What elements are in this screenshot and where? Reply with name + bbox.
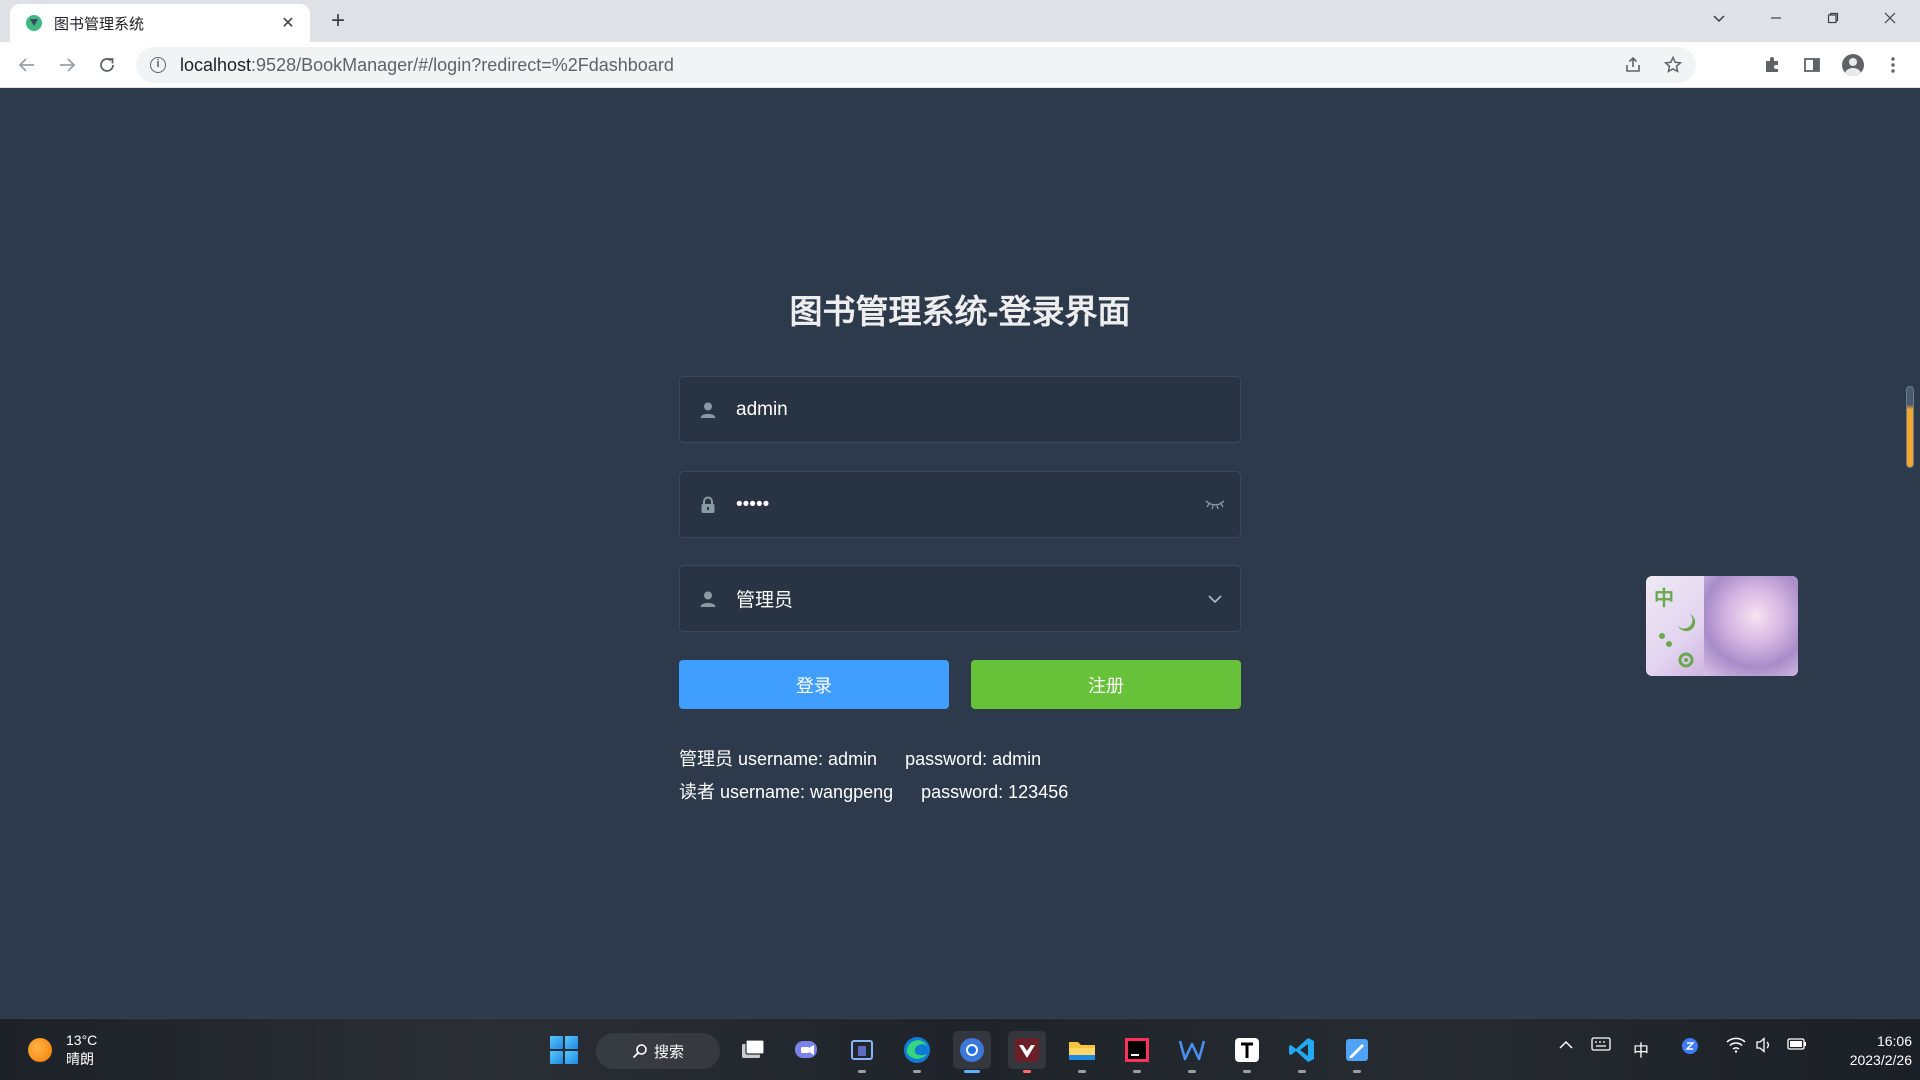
chevron-down-icon[interactable] bbox=[1190, 594, 1240, 604]
forward-arrow-icon[interactable] bbox=[52, 50, 82, 80]
tab-title: 图书管理系统 bbox=[54, 15, 145, 33]
system-clock[interactable]: 16:06 2023/2/26 bbox=[1822, 1032, 1912, 1070]
url-path: :9528/BookManager/#/login?redirect=%2Fda… bbox=[251, 54, 674, 75]
register-button[interactable]: 注册 bbox=[971, 660, 1241, 709]
teams-chat-icon[interactable] bbox=[788, 1031, 826, 1069]
weather-widget[interactable]: 13°C 晴朗 bbox=[28, 1031, 97, 1069]
browser-toolbar: i localhost:9528/BookManager/#/login?red… bbox=[0, 42, 1920, 88]
taskbar-search[interactable]: 搜索 bbox=[596, 1033, 720, 1069]
typora-icon[interactable] bbox=[1228, 1031, 1266, 1073]
file-explorer-icon[interactable] bbox=[1063, 1031, 1101, 1073]
unknown-app-icon[interactable] bbox=[1008, 1031, 1046, 1073]
profile-avatar-icon[interactable] bbox=[1838, 50, 1868, 80]
minimize-icon[interactable] bbox=[1748, 0, 1804, 36]
new-tab-icon[interactable]: + bbox=[324, 8, 352, 36]
dev-tool-icon[interactable] bbox=[843, 1031, 881, 1073]
login-page: 图书管理系统-登录界面 ••••• 管理员 登录 注册 管理员 username… bbox=[0, 89, 1920, 1018]
site-info-icon[interactable]: i bbox=[150, 57, 166, 73]
sunny-weather-icon bbox=[28, 1038, 52, 1062]
back-arrow-icon[interactable] bbox=[12, 50, 42, 80]
side-panel-icon[interactable] bbox=[1797, 50, 1827, 80]
clock-date: 2023/2/26 bbox=[1849, 1052, 1912, 1068]
ime-language-indicator[interactable]: 中 bbox=[1628, 1037, 1654, 1061]
admin-password-hint: password: admin bbox=[905, 749, 1042, 769]
restore-icon[interactable] bbox=[1805, 0, 1861, 36]
task-view-icon[interactable] bbox=[734, 1031, 772, 1069]
windows-logo-icon bbox=[550, 1036, 578, 1064]
floating-scroll-indicator[interactable] bbox=[1906, 386, 1914, 468]
browser-tab[interactable]: 图书管理系统 ✕ bbox=[10, 4, 310, 42]
floating-ime-widget[interactable]: 中 bbox=[1646, 576, 1798, 676]
password-input[interactable]: ••••• bbox=[736, 494, 1190, 516]
temperature: 13°C bbox=[66, 1032, 98, 1048]
reader-username-hint: 读者 username: wangpeng bbox=[679, 782, 894, 802]
widget-decoration-icon bbox=[1659, 614, 1696, 668]
clock-time: 16:06 bbox=[1876, 1033, 1912, 1049]
reload-icon[interactable] bbox=[92, 50, 122, 80]
input-method-icon[interactable] bbox=[1677, 1037, 1703, 1060]
password-field[interactable]: ••••• bbox=[679, 471, 1241, 538]
admin-username-hint: 管理员 username: admin bbox=[679, 749, 878, 769]
anime-illustration bbox=[1704, 576, 1798, 676]
windows-taskbar: 13°C 晴朗 搜索 中 16:06 2023/2/26 bbox=[0, 1018, 1920, 1080]
search-label: 搜索 bbox=[653, 1043, 684, 1061]
eye-closed-icon[interactable] bbox=[1190, 499, 1240, 511]
reader-credentials-hint: 读者 username: wangpeng password: 123456 bbox=[679, 778, 1068, 804]
browser-menu-icon[interactable] bbox=[1878, 50, 1908, 80]
vscode-icon[interactable] bbox=[1283, 1031, 1321, 1073]
close-window-icon[interactable] bbox=[1862, 0, 1918, 36]
username-field[interactable] bbox=[679, 376, 1241, 443]
tab-close-icon[interactable]: ✕ bbox=[278, 13, 298, 33]
extensions-puzzle-icon[interactable] bbox=[1757, 50, 1787, 80]
lock-icon bbox=[680, 496, 736, 514]
role-select[interactable]: 管理员 bbox=[679, 565, 1241, 632]
wifi-icon[interactable] bbox=[1723, 1037, 1749, 1058]
share-icon[interactable] bbox=[1616, 47, 1650, 83]
vue-favicon-icon bbox=[26, 15, 42, 31]
intellij-idea-icon[interactable] bbox=[1118, 1031, 1156, 1073]
battery-icon[interactable] bbox=[1784, 1037, 1810, 1056]
weather-condition: 晴朗 bbox=[66, 1051, 94, 1067]
url-host: localhost bbox=[180, 54, 252, 75]
page-title: 图书管理系统-登录界面 bbox=[789, 293, 1131, 330]
start-button[interactable] bbox=[545, 1031, 583, 1069]
user-icon bbox=[680, 401, 736, 419]
address-bar[interactable]: i localhost:9528/BookManager/#/login?red… bbox=[136, 47, 1696, 83]
user-role-icon bbox=[680, 590, 736, 608]
chrome-browser-icon[interactable] bbox=[953, 1031, 991, 1073]
browser-tab-bar: 图书管理系统 ✕ + bbox=[0, 0, 1920, 42]
volume-icon[interactable] bbox=[1751, 1037, 1777, 1058]
drawing-app-icon[interactable] bbox=[1338, 1031, 1376, 1073]
username-input[interactable] bbox=[736, 377, 1240, 442]
show-hidden-icons-chevron-up-icon[interactable] bbox=[1553, 1037, 1579, 1055]
role-select-value: 管理员 bbox=[736, 590, 794, 611]
reader-password-hint: password: 123456 bbox=[921, 782, 1069, 802]
search-icon bbox=[632, 1044, 647, 1059]
bookmark-star-icon[interactable] bbox=[1656, 47, 1690, 83]
keyboard-icon[interactable] bbox=[1588, 1037, 1614, 1056]
edge-browser-icon[interactable] bbox=[898, 1031, 936, 1073]
login-button[interactable]: 登录 bbox=[679, 660, 949, 709]
word-icon[interactable] bbox=[1173, 1031, 1211, 1073]
admin-credentials-hint: 管理员 username: admin password: admin bbox=[679, 745, 1041, 771]
tab-search-chevron-icon[interactable] bbox=[1691, 0, 1747, 36]
